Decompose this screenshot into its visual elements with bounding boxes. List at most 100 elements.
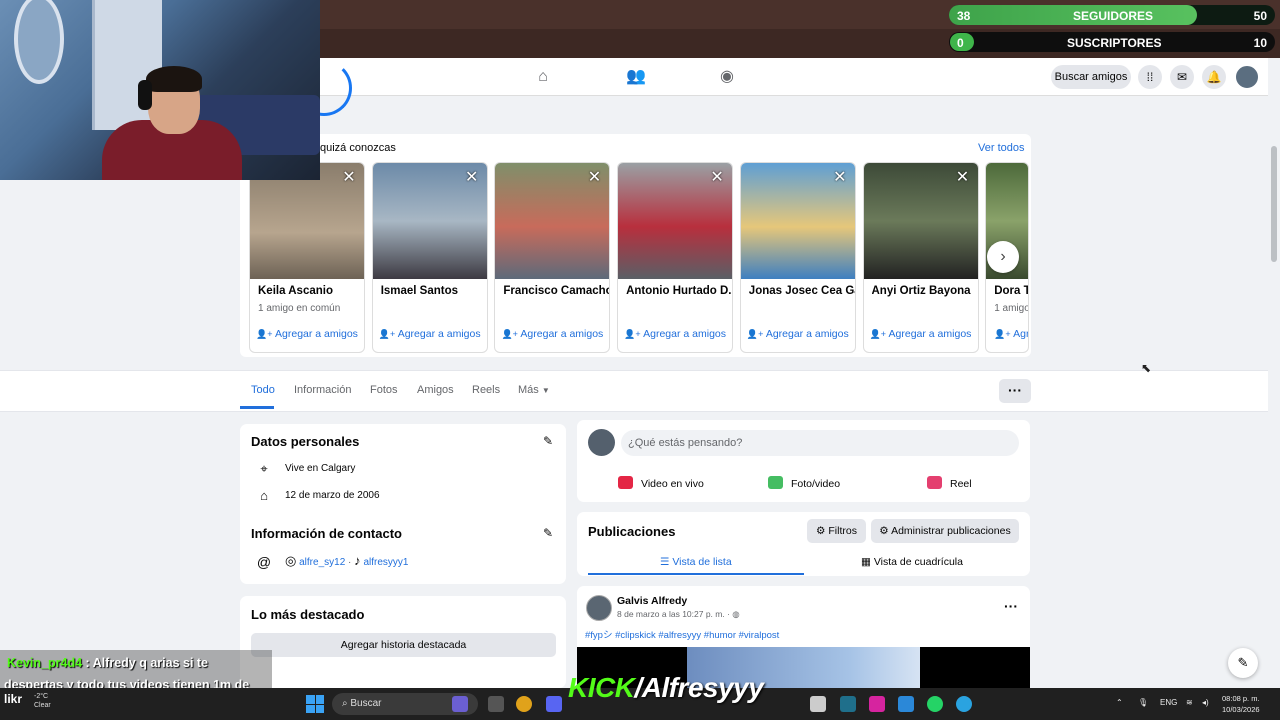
followers-goal-bar: 38 SEGUIDORES 50 [949,5,1275,25]
post-author-avatar[interactable] [586,595,612,621]
new-message-button[interactable]: ✎ [1228,648,1258,678]
add-friend-button[interactable]: 👤+ Agregar a amigos [499,323,606,345]
home-icon[interactable]: ⌂ [534,68,552,86]
scrollbar-thumb[interactable] [1271,146,1277,262]
friends-icon[interactable]: 👥 [626,68,646,86]
chrome-icon[interactable] [516,696,532,712]
tray-chevron-icon[interactable]: ⌃ [1116,698,1123,707]
add-friend-button[interactable]: 👤+ Agregar a amigos [376,323,483,345]
add-friend-icon: 👤+ [994,329,1014,339]
add-friend-button[interactable]: 👤+ Agregar a amigos [867,323,974,345]
close-icon[interactable]: ✕ [831,169,849,187]
tab-reels[interactable]: Reels [472,384,500,396]
tab-fotos[interactable]: Fotos [370,384,398,396]
calendar-icon[interactable] [810,696,826,712]
add-friend-button[interactable]: 👤+ Agregar a amigos [254,323,360,345]
post-options-icon[interactable]: ··· [1004,598,1018,614]
weather-cond: Clear [34,702,51,709]
weather-widget[interactable]: likr [4,692,22,706]
instagram-link[interactable]: alfre_sy12 [299,557,345,568]
pymk-card[interactable]: ✕ Antonio Hurtado D. 👤+ Agregar a amigos [617,162,734,353]
grid-view-tab[interactable]: ▦ Vista de cuadrícula [861,556,963,568]
pymk-title: quizá conozcas [320,142,396,154]
personal-data-title: Datos personales [251,434,360,449]
close-icon[interactable]: ✕ [708,169,726,187]
next-arrow-button[interactable]: › [987,241,1019,273]
language-indicator[interactable]: ENG [1160,698,1177,707]
add-friend-icon: 👤+ [501,329,521,339]
composer-input[interactable]: ¿Qué estás pensando? [621,430,1019,456]
post-author-name[interactable]: Galvis Alfredy [617,595,687,607]
app-icon[interactable] [840,696,856,712]
photo-icon [768,476,783,489]
discord-icon[interactable] [546,696,562,712]
subs-goal: 10 [1253,36,1267,50]
messenger-icon[interactable]: ✉ [1170,65,1194,89]
pymk-card[interactable]: ✕ Anyi Ortiz Bayona 👤+ Agregar a amigos [862,162,979,353]
instagram-icon: ◎ [285,553,297,568]
profile-icon[interactable]: ◉ [718,68,736,86]
add-highlight-button[interactable]: Agregar historia destacada [251,633,556,657]
list-view-tab[interactable]: ☰ Vista de lista [660,556,732,568]
pymk-name[interactable]: Dora To [994,285,1028,297]
page-scrollbar[interactable] [1268,58,1280,688]
filters-icon: ⚙ [816,525,826,537]
facebook-header: ⌂ 👥 ◉ Buscar amigos ⁞⁞ ✉ 🔔 [320,58,1280,96]
reel-button[interactable]: Reel [927,476,972,490]
tiktok-link[interactable]: alfresyyy1 [363,557,408,568]
tab-informacion[interactable]: Información [294,384,351,396]
add-friend-button[interactable]: 👤+ Agregar a amigos [622,323,729,345]
close-icon[interactable]: ✕ [585,169,603,187]
copilot-icon[interactable] [452,696,468,712]
pymk-name[interactable]: Antonio Hurtado D. [626,285,732,297]
tab-todo[interactable]: Todo [251,384,275,396]
see-all-link[interactable]: Ver todos [978,142,1024,154]
pymk-name[interactable]: Keila Ascanio [258,285,364,297]
add-friend-button[interactable]: 👤+ Agre [990,323,1028,345]
edit-pencil-icon[interactable]: ✎ [543,434,553,448]
pymk-card[interactable]: ✕ Ismael Santos 👤+ Agregar a amigos [371,162,488,353]
more-options-button[interactable]: ··· [999,379,1031,403]
close-icon[interactable]: ✕ [340,169,358,187]
taskbar-clock[interactable]: 08:08 p. m. 10/03/2026 [1222,693,1260,715]
post-hashtags[interactable]: #fypシ #clipskick #alfresyyy #humor #vira… [585,627,779,641]
close-icon[interactable]: ✕ [954,169,972,187]
at-sign-icon: @ [256,554,272,570]
reel-label: Reel [950,478,972,490]
tab-mas[interactable]: Más ▼ [518,384,550,396]
post-date: 8 de marzo a las 10:27 p. m. · ◍ [617,609,740,620]
close-icon[interactable]: ✕ [463,169,481,187]
add-friend-label: Agregar a amigos [765,328,849,340]
pymk-name[interactable]: Jonas Josec Cea Gal [749,285,855,297]
telegram-icon[interactable] [956,696,972,712]
notifications-icon[interactable]: 🔔 [1202,65,1226,89]
tab-amigos[interactable]: Amigos [417,384,454,396]
taskbar-search-label: Buscar [350,698,382,709]
instagram-app-icon[interactable] [869,696,885,712]
add-friend-button[interactable]: 👤+ Agregar a amigos [744,323,851,345]
edit-pencil-icon[interactable]: ✎ [543,526,553,540]
search-icon: ⌕ [342,698,348,709]
task-view-icon[interactable] [488,696,504,712]
live-video-button[interactable]: Video en vivo [618,476,704,490]
pymk-card[interactable]: ✕ Francisco Camacho 👤+ Agregar a amigos [494,162,611,353]
teams-icon[interactable] [898,696,914,712]
pymk-card[interactable]: ✕ Jonas Josec Cea Gal 👤+ Agregar a amigos [739,162,856,353]
photo-video-button[interactable]: Foto/video [768,476,840,490]
volume-icon[interactable]: ◂) [1202,698,1209,707]
pymk-card[interactable]: ✕ Keila Ascanio 1 amigo en común 👤+ Agregar… [249,162,365,353]
whatsapp-icon[interactable] [927,696,943,712]
mic-icon[interactable]: 🎙 [1138,698,1148,707]
add-friend-label: Agregar a amigos [520,328,604,340]
manage-posts-button[interactable]: ⚙ Administrar publicaciones [871,519,1019,543]
pymk-name[interactable]: Anyi Ortiz Bayona [872,285,978,297]
filters-button[interactable]: ⚙ Filtros [807,519,866,543]
find-friends-button[interactable]: Buscar amigos [1051,65,1131,89]
pymk-name[interactable]: Ismael Santos [381,285,487,297]
wifi-icon[interactable]: ≋ [1186,698,1193,707]
windows-start-icon[interactable] [306,695,324,713]
account-avatar[interactable] [1234,64,1260,90]
pymk-name[interactable]: Francisco Camacho [503,285,609,297]
add-friend-icon: 👤+ [624,329,644,339]
apps-grid-icon[interactable]: ⁞⁞ [1138,65,1162,89]
